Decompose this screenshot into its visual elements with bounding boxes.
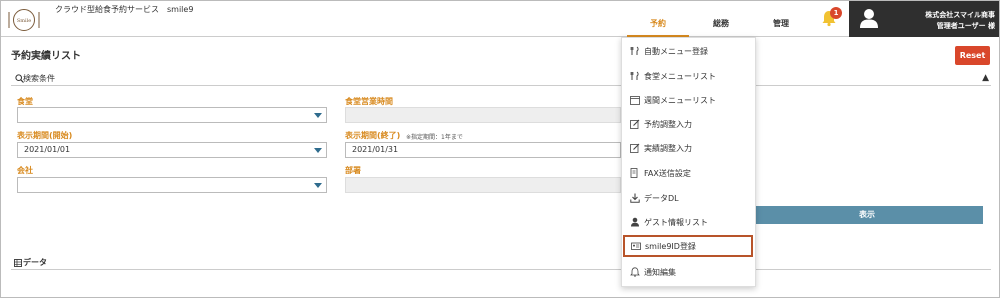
id-card-icon	[631, 242, 641, 250]
company-select[interactable]	[17, 177, 327, 193]
search-section-header[interactable]: 検索条件 ▲	[11, 72, 991, 86]
menu-item-label: 通知編集	[644, 268, 676, 277]
edit-icon	[630, 143, 640, 153]
menu-item-auto-menu-register[interactable]: 自動メニュー登録	[622, 40, 755, 62]
nav-management[interactable]: 管理	[761, 18, 801, 29]
data-section-label: データ	[23, 258, 47, 267]
fax-icon	[630, 168, 638, 178]
end-period-select[interactable]: 2021/01/31	[345, 142, 621, 158]
menu-item-weekly-menu-list[interactable]: 週間メニューリスト	[622, 89, 755, 111]
chevron-down-icon	[314, 183, 322, 188]
menu-item-label: 予約調整入力	[644, 120, 692, 129]
menu-item-cafeteria-menu-list[interactable]: 食堂メニューリスト	[622, 65, 755, 87]
table-icon	[14, 259, 22, 267]
smile-logo[interactable]: Smile	[7, 8, 41, 32]
user-name: 管理者ユーザー 様	[936, 22, 995, 30]
menu-item-guest-info-list[interactable]: ゲスト情報リスト	[622, 211, 755, 233]
end-period-value: 2021/01/31	[352, 145, 399, 154]
menu-item-label: 実績調整入力	[644, 144, 692, 153]
menu-item-label: データDL	[644, 194, 679, 203]
fork-knife-icon	[630, 46, 639, 55]
menu-item-notification-edit[interactable]: 通知編集	[622, 261, 755, 283]
app-title: クラウド型給食予約サービス smile9	[55, 5, 194, 14]
hours-field	[345, 107, 621, 123]
hours-label: 食堂営業時間	[345, 97, 393, 106]
chevron-down-icon	[314, 113, 322, 118]
bell-icon	[630, 267, 640, 277]
calendar-icon	[630, 96, 640, 105]
end-period-label: 表示期間(終了)	[345, 131, 401, 140]
menu-item-label: 自動メニュー登録	[644, 47, 708, 56]
reset-button[interactable]: Reset	[955, 46, 990, 65]
logo-text: Smile	[17, 18, 31, 24]
nav-general-affairs[interactable]: 総務	[701, 18, 741, 29]
display-button[interactable]: 表示	[751, 206, 983, 224]
menu-item-label: FAX送信設定	[644, 169, 691, 178]
notification-badge: 1	[830, 7, 842, 19]
fork-knife-icon	[630, 71, 639, 80]
menu-item-label: 週間メニューリスト	[644, 96, 716, 105]
guest-icon	[631, 217, 639, 227]
end-period-hint: ※指定期間：1年まで	[406, 134, 463, 141]
menu-item-data-download[interactable]: データDL	[622, 187, 755, 209]
nav-reservation[interactable]: 予約	[627, 18, 689, 37]
user-avatar-icon	[860, 9, 878, 28]
top-bar: Smile クラウド型給食予約サービス smile9 予約 総務 管理 1 株式…	[1, 1, 999, 37]
chevron-up-icon[interactable]: ▲	[982, 73, 989, 83]
menu-item-fax-settings[interactable]: FAX送信設定	[622, 162, 755, 184]
menu-item-reservation-adjust[interactable]: 予約調整入力	[622, 113, 755, 135]
download-icon	[630, 193, 640, 203]
start-period-label: 表示期間(開始)	[17, 131, 73, 140]
menu-item-label: smile9ID登録	[645, 242, 696, 251]
page-title: 予約実績リスト	[11, 51, 81, 62]
start-period-select[interactable]: 2021/01/01	[17, 142, 327, 158]
user-panel[interactable]: 株式会社スマイル商事 管理者ユーザー 様	[849, 1, 999, 37]
cafeteria-label: 食堂	[17, 97, 33, 106]
department-label: 部署	[345, 166, 361, 175]
edit-icon	[630, 119, 640, 129]
search-section-label: 検索条件	[23, 74, 55, 83]
start-period-value: 2021/01/01	[24, 145, 71, 154]
department-field	[345, 177, 621, 193]
menu-item-smile9id-register[interactable]: smile9ID登録	[623, 235, 753, 257]
data-section-header: データ	[11, 257, 991, 270]
cafeteria-select[interactable]	[17, 107, 327, 123]
chevron-down-icon	[314, 148, 322, 153]
reservation-dropdown-menu: 自動メニュー登録 食堂メニューリスト 週間メニューリスト 予約調整入力 実績調整…	[621, 37, 756, 287]
menu-item-label: ゲスト情報リスト	[644, 218, 708, 227]
app-window: Smile クラウド型給食予約サービス smile9 予約 総務 管理 1 株式…	[0, 0, 1000, 298]
company-label: 会社	[17, 166, 33, 175]
user-company: 株式会社スマイル商事	[925, 11, 995, 19]
menu-item-actual-adjust[interactable]: 実績調整入力	[622, 137, 755, 159]
menu-item-label: 食堂メニューリスト	[644, 72, 716, 81]
